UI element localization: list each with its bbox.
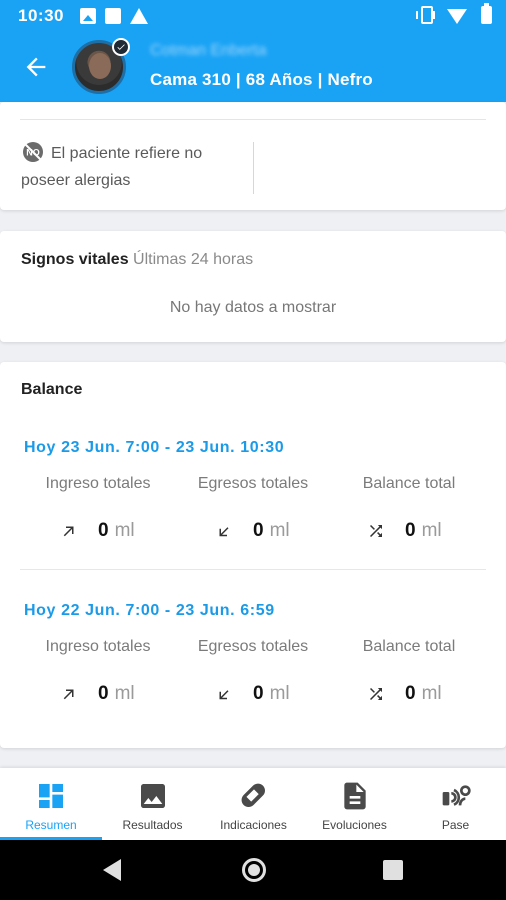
ingreso-unit: ml xyxy=(114,683,135,704)
ingreso-label: Ingreso totales xyxy=(45,475,151,492)
balance-title: Balance xyxy=(21,381,83,398)
total-amount: 0 xyxy=(405,683,416,704)
dashboard-icon xyxy=(39,784,63,808)
shuffle-icon xyxy=(370,525,382,537)
nav-label: Evoluciones xyxy=(322,818,387,832)
status-notifications xyxy=(80,8,148,24)
app-header: 10:30 Cotman Enberta Cama 310 | 68 Años … xyxy=(0,0,506,102)
total-value: 0 ml xyxy=(367,520,442,542)
bottom-navigation: Resumen Resultados Indicaciones Evolucio… xyxy=(0,768,506,840)
nav-label: Pase xyxy=(441,818,470,832)
arrow-down-left-icon xyxy=(219,527,229,537)
handoff-icon xyxy=(442,785,471,806)
egreso-value: 0 ml xyxy=(215,683,290,705)
allergy-text: El paciente refiere no poseer alergias xyxy=(21,145,203,189)
nav-label: Resultados xyxy=(122,818,183,832)
vitals-subtitle: Últimas 24 horas xyxy=(133,251,254,268)
egreso-value: 0 ml xyxy=(215,520,290,542)
egreso-label: Egresos totales xyxy=(197,638,309,655)
vibrate-icon xyxy=(416,6,435,24)
shuffle-icon xyxy=(370,688,382,700)
total-amount: 0 xyxy=(405,520,416,541)
vitals-card[interactable] xyxy=(0,231,506,342)
ingreso-amount: 0 xyxy=(98,520,109,541)
vitals-title: Signos vitales Últimas 24 horas xyxy=(21,251,253,269)
patient-avatar[interactable] xyxy=(72,38,130,94)
total-value: 0 ml xyxy=(367,683,442,705)
balance-period-label: Hoy 22 Jun. 7:00 - 23 Jun. 6:59 xyxy=(24,602,275,619)
status-bar: 10:30 xyxy=(0,0,506,32)
arrow-down-left-icon xyxy=(219,690,229,700)
image-icon xyxy=(140,784,165,808)
ingreso-unit: ml xyxy=(114,520,135,541)
no-allergy-icon: NO xyxy=(23,142,43,162)
arrow-up-right-icon xyxy=(63,526,74,537)
ingreso-value: 0 ml xyxy=(60,520,135,542)
app-notification-icon xyxy=(105,8,121,24)
allergy-divider xyxy=(253,142,254,194)
egreso-unit: ml xyxy=(269,520,290,541)
system-navigation-bar xyxy=(0,840,506,900)
patient-name: Cotman Enberta xyxy=(150,42,267,59)
patient-info: Cama 310 | 68 Años | Nefro xyxy=(150,70,373,89)
card-divider xyxy=(20,119,486,120)
gallery-notification-icon xyxy=(80,8,96,24)
arrow-up-right-icon xyxy=(63,689,74,700)
egreso-unit: ml xyxy=(269,683,290,704)
balance-period-label: Hoy 23 Jun. 7:00 - 23 Jun. 10:30 xyxy=(24,439,285,456)
system-home-icon[interactable] xyxy=(242,858,266,882)
nav-item-evoluciones[interactable]: Evoluciones xyxy=(304,768,405,840)
nav-item-resumen[interactable]: Resumen xyxy=(0,768,102,840)
allergy-summary: NO El paciente refiere no poseer alergia… xyxy=(21,140,241,194)
system-recents-icon[interactable] xyxy=(383,860,403,880)
status-time: 10:30 xyxy=(18,6,64,25)
total-unit: ml xyxy=(421,683,442,704)
vitals-title-label: Signos vitales xyxy=(21,251,129,268)
pill-icon xyxy=(241,783,265,807)
period-divider xyxy=(20,569,486,570)
ingreso-amount: 0 xyxy=(98,683,109,704)
status-system-icons xyxy=(416,3,492,24)
egreso-amount: 0 xyxy=(253,683,264,704)
check-badge-icon xyxy=(112,38,130,56)
total-unit: ml xyxy=(421,520,442,541)
nav-label: Resumen xyxy=(25,818,77,832)
battery-icon xyxy=(481,3,492,24)
nav-item-indicaciones[interactable]: Indicaciones xyxy=(203,768,304,840)
document-icon xyxy=(343,782,366,810)
nav-item-resultados[interactable]: Resultados xyxy=(102,768,203,840)
warning-icon xyxy=(130,8,148,24)
nav-item-pase[interactable]: Pase xyxy=(405,768,506,840)
ingreso-value: 0 ml xyxy=(60,683,135,705)
ingreso-label: Ingreso totales xyxy=(45,638,151,655)
total-label: Balance total xyxy=(362,638,456,655)
wifi-icon xyxy=(447,8,467,24)
nav-label: Indicaciones xyxy=(220,818,287,832)
back-arrow-icon[interactable] xyxy=(22,53,50,81)
system-back-icon[interactable] xyxy=(103,859,121,881)
egreso-label: Egresos totales xyxy=(197,475,309,492)
vitals-empty-message: No hay datos a mostrar xyxy=(169,299,337,316)
egreso-amount: 0 xyxy=(253,520,264,541)
total-label: Balance total xyxy=(362,475,456,492)
